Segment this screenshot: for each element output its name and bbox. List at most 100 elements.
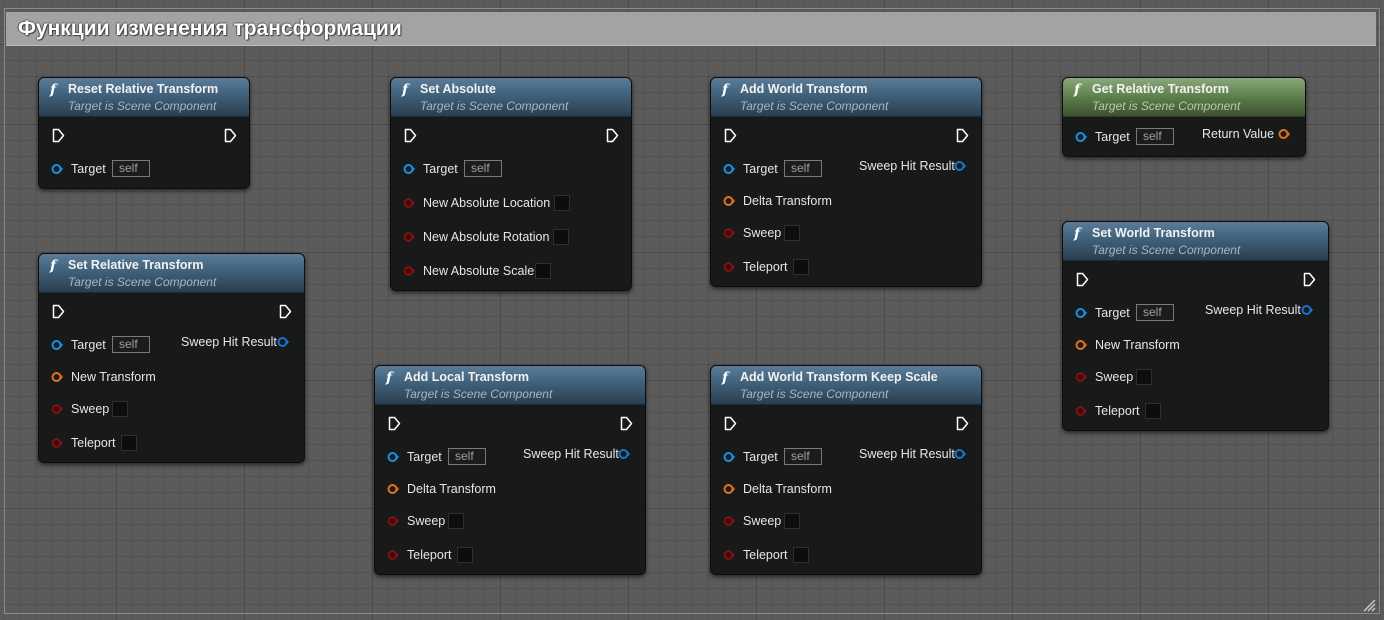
exec-in-pin-icon[interactable] <box>388 416 401 431</box>
node-header[interactable]: f Add World Transform Target is Scene Co… <box>711 78 981 117</box>
struct-pin-icon[interactable] <box>1075 339 1087 351</box>
object-pin-icon[interactable] <box>723 163 735 175</box>
bool-pin-icon[interactable] <box>403 231 415 243</box>
pin-label-return-value: Return Value <box>1202 127 1275 141</box>
bool-pin-icon[interactable] <box>387 549 399 561</box>
new-absolute-location-checkbox[interactable] <box>554 195 570 211</box>
bool-pin-icon[interactable] <box>723 261 735 273</box>
teleport-checkbox[interactable] <box>457 547 473 563</box>
object-pin-icon[interactable] <box>51 163 63 175</box>
node-set-absolute[interactable]: f Set Absolute Target is Scene Component… <box>390 77 632 291</box>
bool-pin-icon[interactable] <box>387 515 399 527</box>
node-subtitle: Target is Scene Component <box>1092 243 1241 257</box>
struct-out-pin-icon[interactable] <box>618 448 630 460</box>
struct-out-pin-icon[interactable] <box>1278 128 1290 140</box>
teleport-checkbox[interactable] <box>121 435 137 451</box>
node-header[interactable]: f Get Relative Transform Target is Scene… <box>1063 78 1305 117</box>
target-default-field[interactable]: self <box>112 160 150 177</box>
struct-pin-icon[interactable] <box>387 483 399 495</box>
object-pin-icon[interactable] <box>403 163 415 175</box>
target-default-field[interactable]: self <box>448 448 486 465</box>
bool-pin-icon[interactable] <box>723 515 735 527</box>
object-pin-icon[interactable] <box>723 451 735 463</box>
node-subtitle: Target is Scene Component <box>404 387 553 401</box>
node-header[interactable]: f Set Relative Transform Target is Scene… <box>39 254 304 293</box>
function-icon: f <box>402 82 409 98</box>
target-default-field[interactable]: self <box>1136 304 1174 321</box>
teleport-checkbox[interactable] <box>793 259 809 275</box>
new-absolute-scale-checkbox[interactable] <box>535 263 551 279</box>
node-header[interactable]: f Reset Relative Transform Target is Sce… <box>39 78 249 117</box>
object-pin-icon[interactable] <box>51 339 63 351</box>
sweep-checkbox[interactable] <box>784 513 800 529</box>
sweep-checkbox[interactable] <box>112 401 128 417</box>
bool-pin-icon[interactable] <box>723 227 735 239</box>
function-icon: f <box>722 82 729 98</box>
exec-in-pin-icon[interactable] <box>52 128 65 143</box>
node-title: Add World Transform <box>740 82 868 96</box>
struct-pin-icon[interactable] <box>723 195 735 207</box>
exec-out-pin-icon[interactable] <box>606 128 619 143</box>
comment-resize-handle-icon[interactable] <box>1362 598 1376 612</box>
struct-out-pin-icon[interactable] <box>954 160 966 172</box>
node-subtitle: Target is Scene Component <box>740 387 889 401</box>
node-set-world-transform[interactable]: f Set World Transform Target is Scene Co… <box>1062 221 1329 431</box>
node-header[interactable]: f Add World Transform Keep Scale Target … <box>711 366 981 405</box>
pin-label-target: Target <box>71 162 106 176</box>
node-set-relative-transform[interactable]: f Set Relative Transform Target is Scene… <box>38 253 305 463</box>
target-default-field[interactable]: self <box>112 336 150 353</box>
sweep-checkbox[interactable] <box>1136 369 1152 385</box>
target-default-field[interactable]: self <box>464 160 502 177</box>
exec-in-pin-icon[interactable] <box>52 304 65 319</box>
bool-pin-icon[interactable] <box>403 265 415 277</box>
exec-in-pin-icon[interactable] <box>724 416 737 431</box>
bool-pin-icon[interactable] <box>1075 371 1087 383</box>
pin-label-sweep-hit-result: Sweep Hit Result <box>859 159 955 173</box>
node-add-world-transform[interactable]: f Add World Transform Target is Scene Co… <box>710 77 982 287</box>
struct-out-pin-icon[interactable] <box>954 448 966 460</box>
node-get-relative-transform[interactable]: f Get Relative Transform Target is Scene… <box>1062 77 1306 157</box>
bool-pin-icon[interactable] <box>403 197 415 209</box>
node-header[interactable]: f Set Absolute Target is Scene Component <box>391 78 631 117</box>
object-pin-icon[interactable] <box>387 451 399 463</box>
object-pin-icon[interactable] <box>1075 131 1087 143</box>
comment-header[interactable]: Функции изменения трансформации <box>6 12 1376 46</box>
struct-out-pin-icon[interactable] <box>1301 304 1313 316</box>
node-add-world-transform-keep-scale[interactable]: f Add World Transform Keep Scale Target … <box>710 365 982 575</box>
exec-out-pin-icon[interactable] <box>620 416 633 431</box>
struct-pin-icon[interactable] <box>723 483 735 495</box>
exec-out-pin-icon[interactable] <box>956 416 969 431</box>
target-default-field[interactable]: self <box>1136 128 1174 145</box>
bool-pin-icon[interactable] <box>51 437 63 449</box>
exec-out-pin-icon[interactable] <box>956 128 969 143</box>
sweep-checkbox[interactable] <box>448 513 464 529</box>
exec-in-pin-icon[interactable] <box>724 128 737 143</box>
exec-in-pin-icon[interactable] <box>404 128 417 143</box>
exec-out-pin-icon[interactable] <box>279 304 292 319</box>
exec-in-pin-icon[interactable] <box>1076 272 1089 287</box>
exec-out-pin-icon[interactable] <box>1303 272 1316 287</box>
sweep-checkbox[interactable] <box>784 225 800 241</box>
bool-pin-icon[interactable] <box>51 403 63 415</box>
pin-label-sweep: Sweep <box>743 226 782 240</box>
node-header[interactable]: f Set World Transform Target is Scene Co… <box>1063 222 1328 261</box>
exec-out-pin-icon[interactable] <box>224 128 237 143</box>
teleport-checkbox[interactable] <box>793 547 809 563</box>
target-default-field[interactable]: self <box>784 448 822 465</box>
bool-pin-icon[interactable] <box>1075 405 1087 417</box>
node-title: Get Relative Transform <box>1092 82 1229 96</box>
target-default-field[interactable]: self <box>784 160 822 177</box>
node-reset-relative-transform[interactable]: f Reset Relative Transform Target is Sce… <box>38 77 250 189</box>
bool-pin-icon[interactable] <box>723 549 735 561</box>
object-pin-icon[interactable] <box>1075 307 1087 319</box>
pin-label-sweep-hit-result: Sweep Hit Result <box>523 447 619 461</box>
node-add-local-transform[interactable]: f Add Local Transform Target is Scene Co… <box>374 365 646 575</box>
pin-label-teleport: Teleport <box>71 436 116 450</box>
struct-pin-icon[interactable] <box>51 371 63 383</box>
node-header[interactable]: f Add Local Transform Target is Scene Co… <box>375 366 645 405</box>
node-subtitle: Target is Scene Component <box>1092 99 1241 113</box>
pin-label-sweep: Sweep <box>407 514 446 528</box>
new-absolute-rotation-checkbox[interactable] <box>553 229 569 245</box>
teleport-checkbox[interactable] <box>1145 403 1161 419</box>
struct-out-pin-icon[interactable] <box>277 336 289 348</box>
